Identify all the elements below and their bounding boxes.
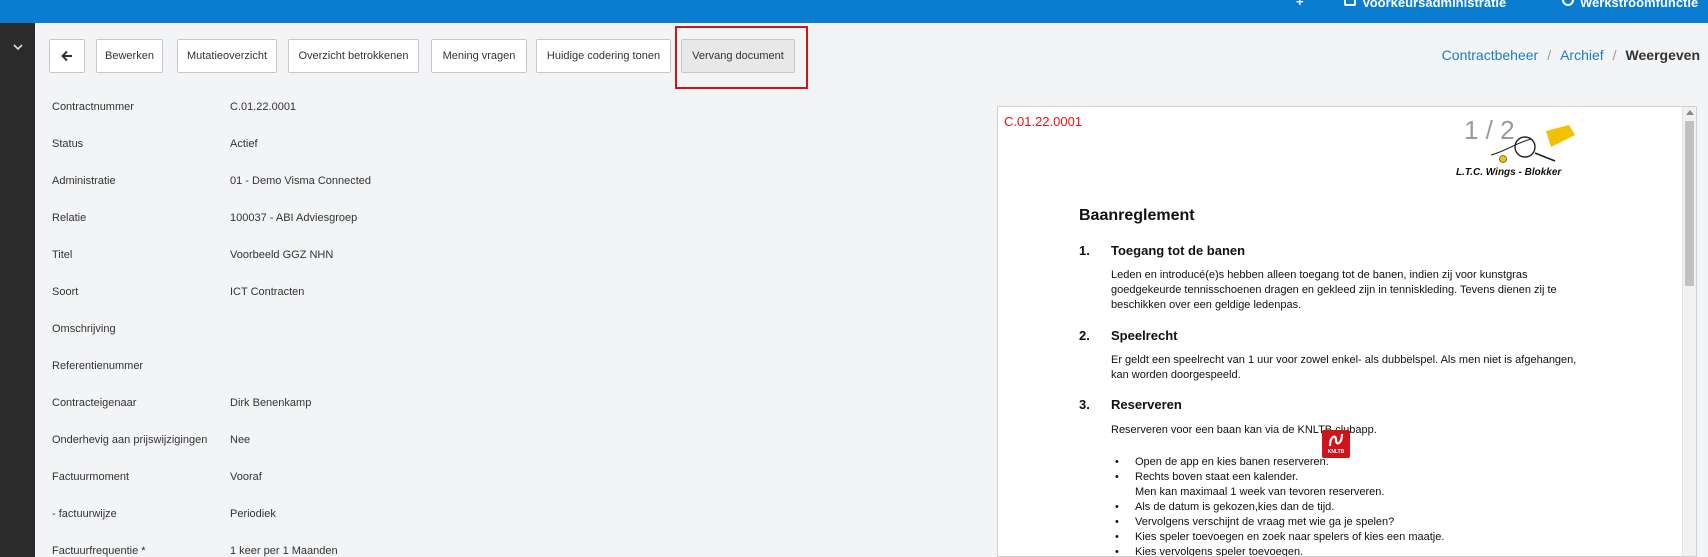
breadcrumb-separator: / (1547, 47, 1552, 63)
highlight-annotation (675, 26, 808, 89)
topbar-administration-label: Voorkeursadministratie (1362, 0, 1507, 10)
ask-opinion-button[interactable]: Mening vragen (431, 39, 527, 73)
field-label: Contractnummer (52, 101, 134, 113)
paragraph-line: kan worden doorgespeeld. (1111, 369, 1241, 381)
document-scrollbar[interactable] (1682, 107, 1696, 556)
topbar-workflow-label: Werkstroomfunctie (1580, 0, 1699, 10)
topbar-workflow-menu[interactable]: Werkstroomfunctie (1562, 0, 1698, 10)
breadcrumb-separator: / (1612, 47, 1617, 63)
breadcrumb-contractbeheer[interactable]: Contractbeheer (1442, 47, 1539, 63)
scroll-up-icon[interactable] (1686, 110, 1694, 115)
knltb-logo-mark (1328, 433, 1344, 447)
show-coding-button[interactable]: Huidige codering tonen (536, 39, 671, 73)
section-heading: Speelrecht (1111, 328, 1178, 343)
field-value: Actief (230, 138, 258, 150)
field-label: Status (52, 138, 84, 150)
breadcrumb-current: Weergeven (1625, 47, 1700, 63)
field-value: Voorbeeld GGZ NHN (230, 249, 334, 261)
paragraph-line: beschikken over een geldige ledenpas. (1111, 299, 1302, 311)
field-label: Omschrijving (52, 323, 116, 335)
field-value: Periodiek (230, 508, 276, 520)
field-value: Nee (230, 434, 251, 446)
club-logo: L.T.C. Wings - Blokker (1456, 125, 1575, 178)
field-label: Factuurmoment (52, 471, 130, 483)
scrollbar-thumb[interactable] (1685, 121, 1694, 286)
field-label: Administratie (52, 175, 116, 187)
section-number: 2. (1079, 328, 1090, 343)
left-sidebar-rail (0, 23, 35, 557)
arrow-left-icon (61, 50, 72, 62)
field-label: Soort (52, 286, 79, 298)
document-title: Baanreglement (1079, 207, 1195, 224)
section-paragraph: Reserveren voor een baan kan via de KNLT… (1111, 423, 1611, 438)
field-label: - factuurwijze (52, 508, 117, 520)
field-label: Onderhevig aan prijswijzigingen (52, 434, 208, 446)
section-heading: Reserveren (1111, 397, 1182, 412)
document-icon (1344, 0, 1356, 6)
section-paragraph: Leden en introducé(e)s hebben alleen toe… (1111, 268, 1611, 313)
list-item: Vervolgens verschijnt de vraag met wie g… (1111, 515, 1611, 530)
clock-icon (1562, 0, 1574, 6)
paragraph-line: Reserveren voor een baan kan via de KNLT… (1111, 424, 1377, 436)
field-label: Referentienummer (52, 360, 144, 372)
chevron-down-icon[interactable] (11, 40, 25, 54)
top-navigation-bar: + Voorkeursadministratie Werkstroomfunct… (0, 0, 1708, 23)
topbar-administration-menu[interactable]: Voorkeursadministratie (1344, 0, 1506, 10)
list-item: Kies vervolgens speler toevoegen. (1111, 545, 1611, 556)
reservation-steps-list: Open de app en kies banen reserveren. Re… (1111, 455, 1611, 556)
list-item: Als de datum is gekozen,kies dan de tijd… (1111, 500, 1611, 515)
paragraph-line: Leden en introducé(e)s hebben alleen toe… (1111, 269, 1528, 281)
knltb-app-icon: KNLTB (1322, 430, 1350, 458)
field-value: Vooraf (230, 471, 262, 483)
field-value: 1 keer per 1 Maanden (230, 545, 338, 557)
list-item: Rechts boven staat een kalender. (1111, 470, 1611, 485)
breadcrumb-archief[interactable]: Archief (1560, 47, 1604, 63)
field-value: ICT Contracten (230, 286, 305, 298)
edit-button[interactable]: Bewerken (96, 39, 163, 73)
list-item: Kies speler toevoegen en zoek naar spele… (1111, 530, 1611, 545)
field-label: Titel (52, 249, 73, 261)
section-heading: Toegang tot de banen (1111, 243, 1246, 258)
topbar-plus-icon[interactable]: + (1296, 0, 1304, 10)
list-item: Men kan maximaal 1 week van tevoren rese… (1135, 486, 1385, 498)
field-label: Relatie (52, 212, 87, 224)
field-value: Dirk Benenkamp (230, 397, 312, 409)
field-label: Contracteigenaar (52, 397, 137, 409)
field-value: C.01.22.0001 (230, 101, 297, 113)
section-number: 1. (1079, 243, 1090, 258)
mutation-overview-button[interactable]: Mutatieoverzicht (177, 39, 277, 73)
stakeholders-overview-button[interactable]: Overzicht betrokkenen (288, 39, 419, 73)
paragraph-line: Er geldt een speelrecht van 1 uur voor z… (1111, 354, 1577, 366)
field-label: Factuurfrequentie * (52, 545, 146, 557)
document-id: C.01.22.0001 (1004, 114, 1083, 129)
list-item: Open de app en kies banen reserveren. (1111, 455, 1611, 470)
paragraph-line: goedgekeurde tennisschoenen dragen en ge… (1111, 284, 1557, 296)
section-paragraph: Er geldt een speelrecht van 1 uur voor z… (1111, 353, 1611, 383)
field-value: 100037 - ABI Adviesgroep (230, 212, 358, 224)
back-button[interactable] (49, 39, 85, 73)
knltb-label: KNLTB (1327, 449, 1345, 455)
breadcrumb: Contractbeheer / Archief / Weergeven (1442, 47, 1700, 63)
field-value: 01 - Demo Visma Connected (230, 175, 372, 187)
document-preview[interactable]: C.01.22.0001 1 / 2 L.T.C. Wings - Blokke… (997, 106, 1697, 557)
club-logo-text: L.T.C. Wings - Blokker (1456, 167, 1562, 178)
section-number: 3. (1079, 397, 1090, 412)
